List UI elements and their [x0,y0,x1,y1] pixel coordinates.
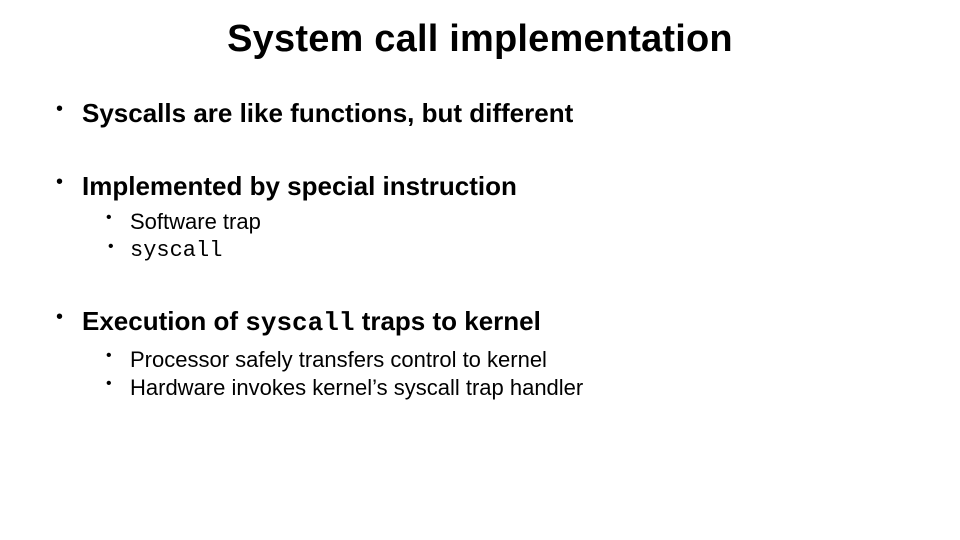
slide-title: System call implementation [50,18,910,61]
bullet-2-sublist: Software trap syscall [82,208,910,265]
bullet-3-code: syscall [245,308,354,338]
bullet-3-prefix: Execution of [82,306,245,336]
bullet-2-text: Implemented by special instruction [82,171,517,201]
bullet-3-sub-1: Processor safely transfers control to ke… [100,346,910,375]
bullet-3-suffix: traps to kernel [354,306,540,336]
bullet-2: Implemented by special instruction Softw… [50,170,910,266]
bullet-3-sublist: Processor safely transfers control to ke… [82,346,910,403]
bullet-2-sub-2: syscall [100,237,910,266]
bullet-list: Syscalls are like functions, but differe… [50,97,910,403]
bullet-3-sub-2: Hardware invokes kernel’s syscall trap h… [100,374,910,403]
bullet-2-sub-1: Software trap [100,208,910,237]
bullet-3: Execution of syscall traps to kernel Pro… [50,305,910,403]
bullet-1-text: Syscalls are like functions, but differe… [82,98,573,128]
bullet-1: Syscalls are like functions, but differe… [50,97,910,130]
slide: System call implementation Syscalls are … [0,0,960,540]
